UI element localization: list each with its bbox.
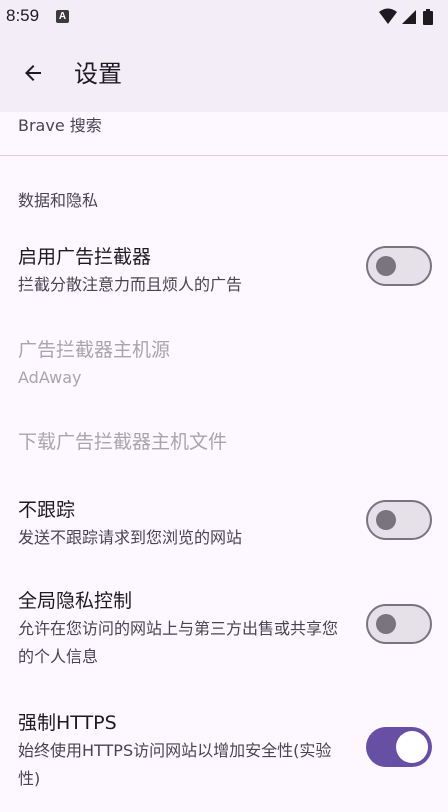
switch-thumb	[376, 614, 396, 634]
page-title: 设置	[74, 60, 122, 88]
section-header-privacy: 数据和隐私	[18, 191, 99, 210]
pref-do-not-track[interactable]: 不跟踪 发送不跟踪请求到您浏览的网站	[0, 495, 448, 555]
wifi-icon	[379, 8, 397, 24]
do-not-track-switch[interactable]	[366, 500, 432, 540]
divider	[0, 155, 448, 156]
status-icons	[378, 8, 440, 26]
pref-summary: 允许在您访问的网站上与第三方出售或共享您的个人信息	[18, 619, 339, 666]
pref-title: 启用广告拦截器	[18, 246, 152, 268]
arrow-left-icon	[25, 65, 41, 81]
pref-title: 下载广告拦截器主机文件	[18, 431, 228, 453]
battery-icon	[423, 9, 433, 25]
status-time: 8:59	[6, 6, 40, 25]
switch-thumb	[396, 731, 428, 763]
pref-download-host-file[interactable]: 下载广告拦截器主机文件	[0, 427, 448, 459]
pref-summary: 发送不跟踪请求到您浏览的网站	[18, 528, 243, 547]
ad-blocker-switch[interactable]	[366, 246, 432, 286]
pref-summary: 拦截分散注意力而且烦人的广告	[18, 275, 243, 294]
pref-ad-blocker[interactable]: 启用广告拦截器 拦截分散注意力而且烦人的广告	[0, 242, 448, 302]
pref-title: 不跟踪	[18, 499, 76, 521]
pref-title: 全局隐私控制	[18, 590, 133, 612]
status-bar: 8:59 A	[0, 0, 448, 34]
cell-signal-icon	[402, 10, 416, 24]
pref-global-privacy-control[interactable]: 全局隐私控制 允许在您访问的网站上与第三方出售或共享您的个人信息	[0, 586, 448, 674]
app-bar: 设置	[0, 34, 448, 112]
pref-summary: AdAway	[18, 368, 82, 387]
pref-title: 广告拦截器主机源	[18, 339, 171, 361]
brave-search-item[interactable]: Brave 搜索	[18, 112, 102, 136]
switch-thumb	[376, 510, 396, 530]
pref-force-https[interactable]: 强制HTTPS 始终使用HTTPS访问网站以增加安全性(实验性)	[0, 708, 448, 796]
notification-app-icon: A	[56, 10, 69, 23]
pref-title: 强制HTTPS	[18, 712, 117, 734]
force-https-switch[interactable]	[366, 727, 432, 767]
switch-thumb	[376, 256, 396, 276]
pref-summary: 始终使用HTTPS访问网站以增加安全性(实验性)	[18, 741, 332, 788]
pref-ad-blocker-host-source[interactable]: 广告拦截器主机源 AdAway	[0, 335, 448, 395]
back-button[interactable]	[12, 52, 54, 94]
global-privacy-control-switch[interactable]	[366, 604, 432, 644]
